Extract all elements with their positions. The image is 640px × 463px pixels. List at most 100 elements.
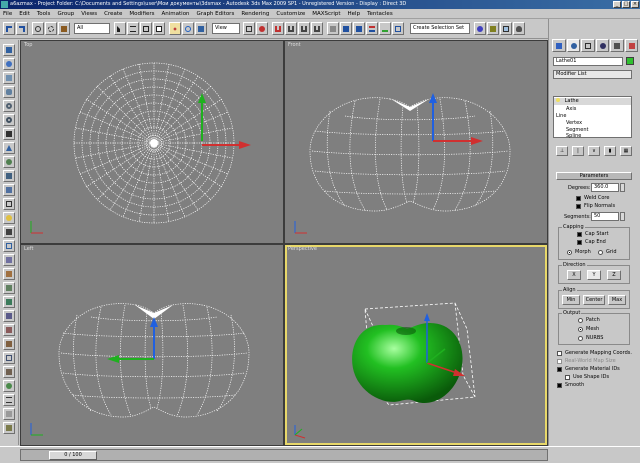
left-tool-21[interactable] <box>3 324 15 336</box>
left-tool-15[interactable] <box>3 240 15 252</box>
layer-manager-button[interactable] <box>366 22 378 35</box>
use-shape-ids-checkbox[interactable] <box>565 375 570 380</box>
left-tool-10[interactable] <box>3 170 15 182</box>
minimize-button[interactable]: _ <box>613 1 621 8</box>
stack-item-line[interactable]: Line <box>556 113 566 119</box>
tab-utilities[interactable] <box>624 39 638 52</box>
show-end-result-button[interactable]: | <box>572 146 584 156</box>
pivot-center-button[interactable] <box>243 22 255 35</box>
left-tool-26[interactable] <box>3 394 15 406</box>
select-link-button[interactable] <box>32 22 44 35</box>
bind-space-warp-button[interactable] <box>58 22 70 35</box>
flip-normals-checkbox[interactable] <box>576 204 581 209</box>
tab-hierarchy[interactable] <box>581 39 595 52</box>
viewport-left[interactable]: Left <box>21 245 283 445</box>
segments-spinner[interactable] <box>620 212 625 221</box>
menu-tentacles[interactable]: Tentacles <box>367 11 393 17</box>
left-tool-25[interactable] <box>3 380 15 392</box>
make-unique-button[interactable]: ∨ <box>588 146 600 156</box>
smooth-checkbox[interactable] <box>557 383 562 388</box>
direction-x-button[interactable]: X <box>567 270 581 280</box>
left-tool-11[interactable] <box>3 184 15 196</box>
viewport-perspective[interactable]: Perspective <box>285 245 547 445</box>
mirror-button[interactable] <box>340 22 352 35</box>
menu-create[interactable]: Create <box>104 11 122 17</box>
left-tool-20[interactable] <box>3 310 15 322</box>
tab-modify[interactable] <box>566 39 580 52</box>
left-tool-2[interactable] <box>3 58 15 70</box>
left-tool-4[interactable] <box>3 86 15 98</box>
ref-coord-dropdown[interactable]: View <box>212 23 240 34</box>
cap-end-checkbox[interactable] <box>577 240 582 245</box>
align-center-button[interactable]: Center <box>583 295 605 305</box>
menu-help[interactable]: Help <box>348 11 361 17</box>
menu-maxscript[interactable]: MAXScript <box>312 11 340 17</box>
percent-snap-button[interactable] <box>298 22 310 35</box>
left-tool-24[interactable] <box>3 366 15 378</box>
left-tool-17[interactable] <box>3 268 15 280</box>
select-scale-button[interactable] <box>195 22 207 35</box>
viewport-front[interactable]: Front <box>285 41 547 243</box>
selection-filter-dropdown[interactable]: All <box>74 23 110 34</box>
left-tool-16[interactable] <box>3 254 15 266</box>
object-name-field[interactable]: Lathe01 <box>553 57 623 66</box>
select-move-button[interactable] <box>169 22 181 35</box>
rect-selection-button[interactable] <box>140 22 152 35</box>
time-slider-thumb[interactable]: 0 / 100 <box>49 451 97 460</box>
menu-animation[interactable]: Animation <box>162 11 190 17</box>
left-tool-13[interactable] <box>3 212 15 224</box>
select-by-name-button[interactable] <box>127 22 139 35</box>
modifier-list-dropdown[interactable]: Modifier List <box>553 70 632 79</box>
left-tool-3[interactable] <box>3 72 15 84</box>
stack-item-lathe-row[interactable]: Lathe <box>554 98 631 105</box>
left-tool-22[interactable] <box>3 338 15 350</box>
nurbs-radio[interactable] <box>578 336 583 341</box>
tab-motion[interactable] <box>595 39 609 52</box>
generate-material-ids-checkbox[interactable] <box>557 367 562 372</box>
select-rotate-button[interactable] <box>182 22 194 35</box>
left-tool-8[interactable] <box>3 142 15 154</box>
left-tool-9[interactable] <box>3 156 15 168</box>
menu-group[interactable]: Group <box>57 11 74 17</box>
menu-modifiers[interactable]: Modifiers <box>129 11 154 17</box>
select-object-button[interactable] <box>114 22 126 35</box>
left-tool-14[interactable] <box>3 226 15 238</box>
schematic-view-button[interactable] <box>392 22 404 35</box>
left-tool-27[interactable] <box>3 408 15 420</box>
edit-named-selection-button[interactable] <box>327 22 339 35</box>
patch-radio[interactable] <box>578 318 583 323</box>
left-tool-7[interactable] <box>3 128 15 140</box>
weld-core-checkbox[interactable] <box>576 196 581 201</box>
spinner-snap-button[interactable] <box>311 22 323 35</box>
close-button[interactable]: × <box>631 1 639 8</box>
left-tool-6[interactable] <box>3 114 15 126</box>
left-tool-12[interactable] <box>3 198 15 210</box>
quick-render-button[interactable] <box>513 22 525 35</box>
tab-display[interactable] <box>610 39 624 52</box>
align-button[interactable] <box>353 22 365 35</box>
menu-rendering[interactable]: Rendering <box>241 11 269 17</box>
left-tool-23[interactable] <box>3 352 15 364</box>
undo-button[interactable] <box>3 22 15 35</box>
align-max-button[interactable]: Max <box>608 295 626 305</box>
mesh-radio[interactable] <box>578 327 583 332</box>
menu-edit[interactable]: Edit <box>19 11 30 17</box>
left-tool-5[interactable] <box>3 100 15 112</box>
direction-y-button[interactable]: Y <box>587 270 601 280</box>
menu-customize[interactable]: Customize <box>276 11 305 17</box>
stack-subitem-vertex[interactable]: Vertex <box>566 120 582 126</box>
configure-sets-button[interactable]: ▦ <box>620 146 632 156</box>
menu-file[interactable]: File <box>3 11 12 17</box>
stack-subitem-spline[interactable]: Spline <box>566 133 581 139</box>
manipulate-button[interactable] <box>256 22 268 35</box>
segments-input[interactable]: 50 <box>591 212 619 221</box>
pin-stack-button[interactable]: ⊥ <box>556 146 568 156</box>
named-selection-sets-dropdown[interactable]: Create Selection Set <box>410 23 470 34</box>
grid-radio[interactable] <box>598 250 603 255</box>
left-tool-18[interactable] <box>3 282 15 294</box>
left-tool-1[interactable] <box>3 44 15 56</box>
menu-tools[interactable]: Tools <box>37 11 51 17</box>
menu-graph-editors[interactable]: Graph Editors <box>197 11 235 17</box>
redo-button[interactable] <box>16 22 28 35</box>
maximize-button[interactable]: □ <box>622 1 630 8</box>
